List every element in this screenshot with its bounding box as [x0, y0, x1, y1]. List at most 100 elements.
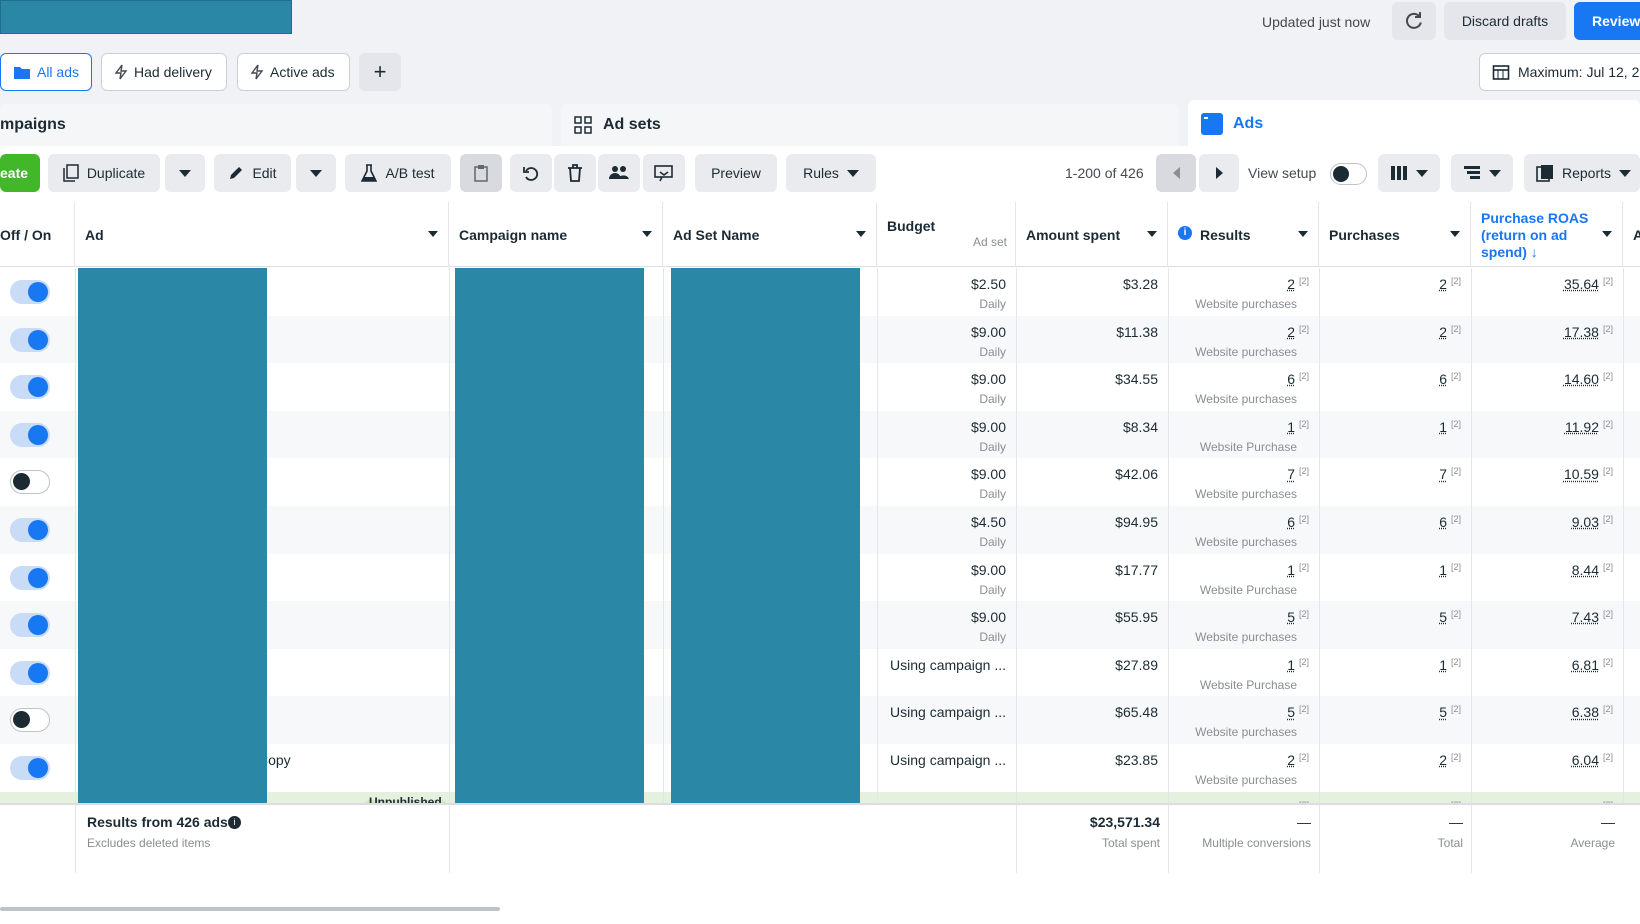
view-setup-toggle[interactable]: [1330, 163, 1367, 185]
purchases-number[interactable]: 2: [1439, 324, 1447, 340]
next-page-button[interactable]: [1199, 154, 1239, 192]
roas-number[interactable]: 6.38: [1572, 704, 1599, 720]
rules-button[interactable]: Rules: [786, 154, 876, 192]
budget-cell[interactable]: $9.00 Daily: [877, 316, 1016, 364]
preview-button[interactable]: Preview: [695, 154, 777, 192]
budget-cell[interactable]: $9.00 Daily: [877, 458, 1016, 506]
roas-number[interactable]: 6.81: [1572, 657, 1599, 673]
purchases-number[interactable]: 5: [1439, 609, 1447, 625]
tab-ads[interactable]: Ads: [1188, 100, 1640, 148]
purchases-number[interactable]: 1: [1439, 657, 1447, 673]
budget-cell[interactable]: $9.00 Daily: [877, 363, 1016, 411]
purchases-number[interactable]: 2: [1439, 752, 1447, 768]
footnote-marker: [2]: [1451, 752, 1461, 762]
budget-cell[interactable]: $9.00 Daily: [877, 601, 1016, 649]
filter-active-ads[interactable]: Active ads: [237, 53, 350, 91]
info-icon[interactable]: i: [1178, 226, 1192, 240]
ad-status-toggle[interactable]: [10, 613, 50, 637]
results-number[interactable]: 6: [1287, 371, 1295, 387]
duplicate-dropdown[interactable]: [165, 154, 205, 192]
results-number[interactable]: 2: [1287, 752, 1295, 768]
purchases-number[interactable]: 1: [1439, 562, 1447, 578]
results-number[interactable]: 1: [1287, 419, 1295, 435]
duplicate-label: Duplicate: [87, 165, 145, 181]
header-budget[interactable]: Budget Ad set: [877, 202, 1016, 267]
columns-button[interactable]: [1378, 154, 1440, 192]
roas-number[interactable]: 8.44: [1572, 562, 1599, 578]
ad-status-toggle[interactable]: [10, 708, 50, 732]
roas-number[interactable]: 9.03: [1572, 514, 1599, 530]
prev-page-button[interactable]: [1156, 154, 1196, 192]
roas-number[interactable]: 10.59: [1564, 466, 1599, 482]
purchases-number[interactable]: 7: [1439, 466, 1447, 482]
add-filter-button[interactable]: +: [359, 53, 401, 91]
info-icon[interactable]: i: [228, 816, 241, 829]
results-number[interactable]: 5: [1287, 609, 1295, 625]
ad-status-toggle[interactable]: [10, 518, 50, 542]
toggle-knob: [28, 330, 48, 350]
date-range-picker[interactable]: Maximum: Jul 12, 2: [1479, 53, 1640, 91]
budget-cell[interactable]: $4.50 Daily: [877, 506, 1016, 554]
purchases-number[interactable]: 5: [1439, 704, 1447, 720]
discard-drafts-button[interactable]: Discard drafts: [1444, 2, 1566, 40]
breakdown-button[interactable]: [1451, 154, 1513, 192]
edit-dropdown[interactable]: [296, 154, 336, 192]
header-ad-set-name[interactable]: Ad Set Name: [663, 202, 877, 267]
ad-status-toggle[interactable]: [10, 328, 50, 352]
budget-cell[interactable]: Using campaign ...: [877, 696, 1016, 744]
tab-campaigns[interactable]: mpaigns: [0, 104, 552, 146]
budget-cell[interactable]: Using campaign ...: [877, 744, 1016, 792]
horizontal-scrollbar[interactable]: [0, 907, 500, 911]
purchases-number[interactable]: 1: [1439, 419, 1447, 435]
filter-had-delivery[interactable]: Had delivery: [101, 53, 227, 91]
results-number[interactable]: 1: [1287, 562, 1295, 578]
edit-button[interactable]: Edit: [214, 154, 291, 192]
results-number[interactable]: 7: [1287, 466, 1295, 482]
roas-number[interactable]: 6.04: [1572, 752, 1599, 768]
ad-status-toggle[interactable]: [10, 423, 50, 447]
refresh-button[interactable]: [1392, 2, 1436, 40]
purchases-number[interactable]: 6: [1439, 371, 1447, 387]
results-number[interactable]: 1: [1287, 657, 1295, 673]
ad-status-toggle[interactable]: [10, 661, 50, 685]
ad-status-toggle[interactable]: [10, 375, 50, 399]
budget-cell[interactable]: $9.00 Daily: [877, 411, 1016, 459]
divider: [663, 363, 664, 411]
header-purchase-roas[interactable]: Purchase ROAS (return on ad spend) ↓: [1471, 202, 1623, 267]
filter-all-ads[interactable]: All ads: [0, 53, 92, 91]
ad-status-toggle[interactable]: [10, 470, 50, 494]
create-button[interactable]: eate: [0, 154, 40, 192]
results-number[interactable]: 2: [1287, 276, 1295, 292]
header-purchases[interactable]: Purchases: [1319, 202, 1471, 267]
roas-number[interactable]: 11.92: [1565, 419, 1599, 435]
header-amount-spent[interactable]: Amount spent: [1016, 202, 1168, 267]
roas-number[interactable]: 17.38: [1564, 324, 1599, 340]
reports-button[interactable]: Reports: [1524, 154, 1640, 192]
header-results[interactable]: i Results: [1168, 202, 1319, 267]
ad-status-toggle[interactable]: [10, 566, 50, 590]
roas-number[interactable]: 35.64: [1564, 276, 1599, 292]
clipboard-button[interactable]: [460, 154, 502, 192]
audience-button[interactable]: [598, 154, 640, 192]
tab-ad-sets[interactable]: Ad sets: [561, 104, 1179, 146]
undo-button[interactable]: [510, 154, 552, 192]
header-ad[interactable]: Ad: [75, 202, 449, 267]
results-number[interactable]: 2: [1287, 324, 1295, 340]
review-button[interactable]: Review: [1574, 2, 1640, 40]
ab-test-button[interactable]: A/B test: [345, 154, 451, 192]
ad-status-toggle[interactable]: [10, 280, 50, 304]
ad-status-toggle[interactable]: [10, 756, 50, 780]
duplicate-button[interactable]: Duplicate: [48, 154, 160, 192]
results-number[interactable]: 5: [1287, 704, 1295, 720]
purchases-number[interactable]: 2: [1439, 276, 1447, 292]
header-campaign-name[interactable]: Campaign name: [449, 202, 663, 267]
roas-number[interactable]: 7.43: [1572, 609, 1599, 625]
share-preview-button[interactable]: [643, 154, 685, 192]
delete-button[interactable]: [554, 154, 596, 192]
budget-cell[interactable]: $2.50 Daily: [877, 268, 1016, 316]
roas-number[interactable]: 14.60: [1564, 371, 1599, 387]
results-number[interactable]: 6: [1287, 514, 1295, 530]
budget-cell[interactable]: Using campaign ...: [877, 649, 1016, 697]
purchases-number[interactable]: 6: [1439, 514, 1447, 530]
budget-cell[interactable]: $9.00 Daily: [877, 554, 1016, 602]
